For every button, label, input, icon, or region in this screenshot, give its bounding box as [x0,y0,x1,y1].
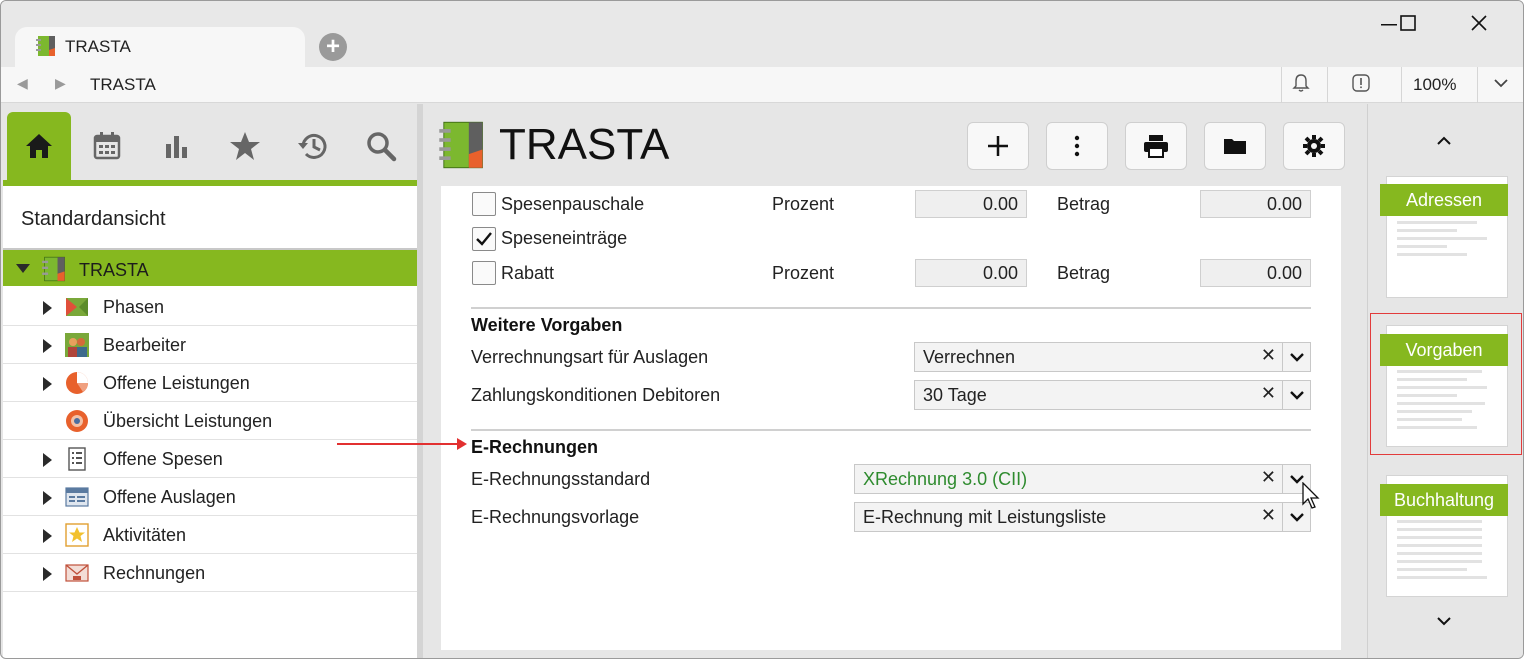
address-text: TRASTA [90,75,156,94]
checkmark-icon [476,232,492,246]
phases-icon [65,295,89,319]
settings-icon [1303,135,1325,157]
annotation-arrowhead [457,438,467,450]
tree-item-bearbeiter[interactable]: Bearbeiter [3,326,417,364]
annotation-arrow [337,443,459,445]
tree-root-trasta[interactable]: TRASTA [3,248,417,286]
page-title: TRASTA [499,120,670,169]
thumbnail-label-adressen[interactable]: Adressen [1380,184,1508,216]
tool-strip [3,104,417,186]
activity-star-icon [65,523,89,547]
tree-item-uebersicht-leistungen[interactable]: Übersicht Leistungen [3,402,417,440]
title-bar: TRASTA + [1,1,1523,67]
history-icon[interactable] [281,112,345,180]
search-icon[interactable] [349,112,413,180]
tree-item-rechnungen[interactable]: Rechnungen [3,554,417,592]
chevron-down-icon[interactable] [1487,73,1515,97]
settings-button[interactable] [1283,122,1345,170]
navigation-panel: Standardansicht TRASTA Phasen Bearbeiter… [3,104,417,658]
tree-item-aktivitaeten[interactable]: Aktivitäten [3,516,417,554]
print-button[interactable] [1125,122,1187,170]
invoice-icon [65,561,89,585]
pie-icon [65,371,89,395]
folder-button[interactable] [1204,122,1266,170]
users-icon [65,333,89,357]
browser-tab[interactable]: TRASTA [15,27,305,67]
verrechnungsart-select[interactable]: Verrechnen ✕ [914,342,1311,372]
add-button[interactable] [967,122,1029,170]
caret-right-icon[interactable] [43,339,52,353]
rabatt-prozent-field[interactable]: 0.00 [915,259,1027,287]
star-icon[interactable] [213,112,277,180]
caret-right-icon[interactable] [43,491,52,505]
rabatt-betrag-field[interactable]: 0.00 [1200,259,1311,287]
add-icon [988,136,1008,156]
chevron-down-icon[interactable] [1432,612,1456,636]
more-button[interactable] [1046,122,1108,170]
clear-icon[interactable]: ✕ [1261,505,1276,526]
overview-icon [65,409,89,433]
caret-right-icon[interactable] [43,529,52,543]
chart-icon[interactable] [145,112,209,180]
forward-icon[interactable]: ▶ [55,75,66,92]
more-icon [1074,135,1080,157]
view-title: Standardansicht [21,208,166,230]
plus-circle-icon[interactable]: + [319,33,347,61]
chevron-up-icon[interactable] [1432,132,1456,156]
tree-root-label: TRASTA [79,260,149,280]
info-icon[interactable] [1347,73,1375,97]
tree-item-phasen[interactable]: Phasen [3,288,417,326]
e-rechnungsvorlage-select[interactable]: E-Rechnung mit Leistungsliste ✕ [854,502,1311,532]
caret-right-icon[interactable] [43,301,52,315]
clear-icon[interactable]: ✕ [1261,467,1276,488]
zahlungskonditionen-select[interactable]: 30 Tage ✕ [914,380,1311,410]
section-weitere-vorgaben: Weitere Vorgaben [471,315,623,335]
expenses-icon [65,485,89,509]
caret-down-icon[interactable] [16,264,30,273]
receipt-icon [65,447,89,471]
thumbnail-label-vorgaben[interactable]: Vorgaben [1380,334,1508,366]
notebook-icon [35,35,57,62]
caret-right-icon[interactable] [43,453,52,467]
folder-icon [1224,139,1246,154]
e-rechnungsstandard-select[interactable]: XRechnung 3.0 (CII) ✕ [854,464,1311,494]
print-icon [1144,135,1168,158]
spesenpauschale-checkbox[interactable] [472,192,496,216]
notebook-icon [41,256,67,287]
back-icon[interactable]: ◀ [17,75,28,92]
spesenpauschale-betrag-field[interactable]: 0.00 [1200,190,1311,218]
caret-right-icon[interactable] [43,567,52,581]
settings-form: Spesenpauschale Prozent 0.00 Betrag 0.00… [441,186,1341,650]
app-window: TRASTA + ◀ ▶ TRASTA 100% Standardansicht… [0,0,1524,659]
tree-item-offene-leistungen[interactable]: Offene Leistungen [3,364,417,402]
bell-icon[interactable] [1287,73,1315,97]
clear-icon[interactable]: ✕ [1261,345,1276,366]
spesenpauschale-prozent-field[interactable]: 0.00 [915,190,1027,218]
thumbnail-label-buchhaltung[interactable]: Buchhaltung [1380,484,1508,516]
chevron-down-icon[interactable] [1282,343,1310,371]
tree-item-offene-auslagen[interactable]: Offene Auslagen [3,478,417,516]
speseneintraege-checkbox[interactable] [472,227,496,251]
rabatt-checkbox[interactable] [472,261,496,285]
zoom-level[interactable]: 100% [1413,75,1456,95]
tree-item-offene-spesen[interactable]: Offene Spesen [3,440,417,478]
close-icon[interactable] [1459,9,1499,39]
home-icon[interactable] [7,112,71,180]
tab-title: TRASTA [65,37,131,56]
clear-icon[interactable]: ✕ [1261,383,1276,404]
mouse-cursor-icon [1302,481,1322,515]
section-e-rechnungen: E-Rechnungen [471,437,599,457]
address-bar: ◀ ▶ TRASTA 100% [1,67,1523,103]
notebook-icon [437,120,487,175]
calendar-icon[interactable] [75,112,139,180]
caret-right-icon[interactable] [43,377,52,391]
page-thumbnails: Adressen Vorgaben Buchhaltung [1367,104,1523,658]
chevron-down-icon[interactable] [1282,381,1310,409]
maximize-icon[interactable] [1388,9,1428,39]
main-panel: TRASTA Spesenpauschale Prozent 0.00 Betr… [423,104,1365,658]
